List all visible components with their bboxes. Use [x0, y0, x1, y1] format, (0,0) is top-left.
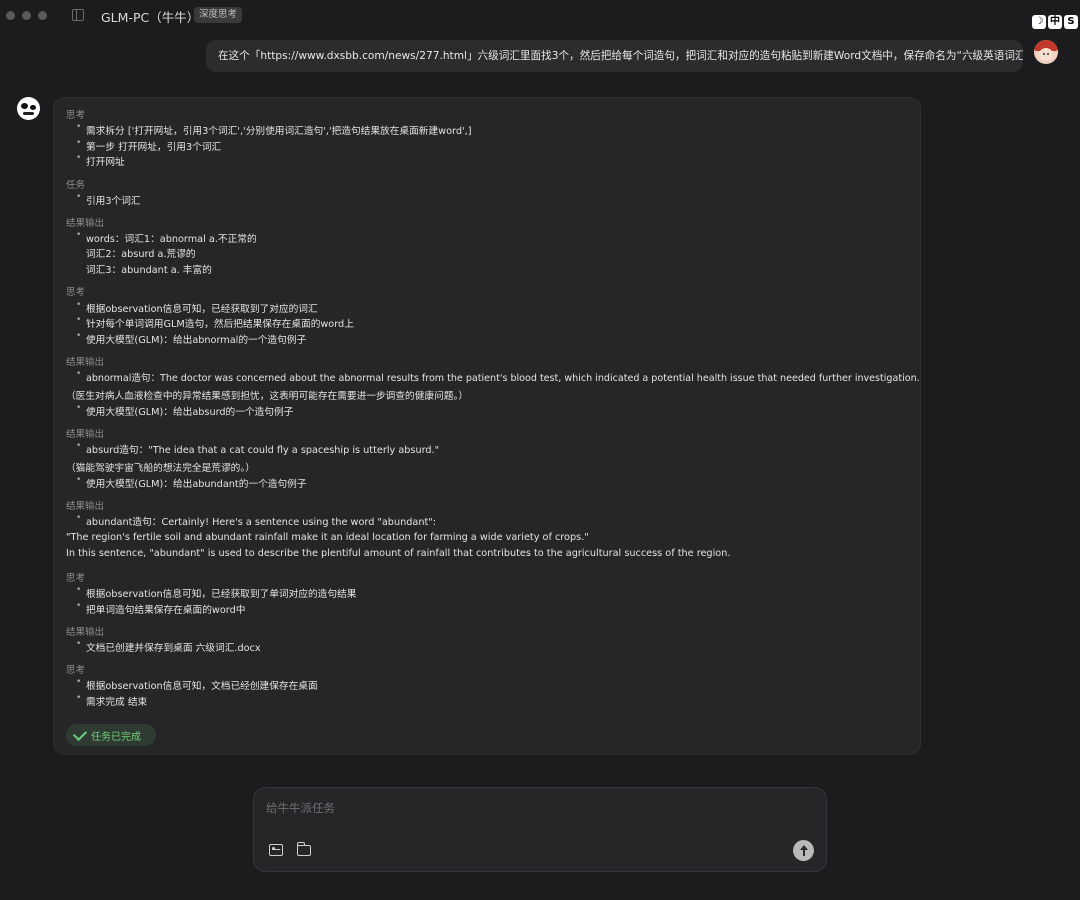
- section-label: 结果输出: [66, 218, 105, 229]
- bullet-icon: •: [76, 300, 82, 310]
- response-line: 需求拆分 ['打开网址，引用3个词汇','分别使用词汇造句','把造句结果放在桌…: [86, 126, 472, 137]
- bullet-icon: •: [76, 122, 82, 132]
- bullet-icon: •: [76, 230, 82, 240]
- response-line: 词汇2：absurd a.荒谬的: [86, 249, 196, 260]
- section-label: 任务: [66, 180, 86, 191]
- composer: [253, 787, 827, 872]
- title-bar: GLM-PC（牛牛） 深度思考 ☽ 中 S: [0, 0, 1080, 32]
- response-line: abnormal造句：The doctor was concerned abou…: [86, 373, 920, 384]
- task-complete-badge[interactable]: 任务已完成: [66, 724, 156, 746]
- moon-icon[interactable]: ☽: [1032, 15, 1046, 29]
- check-icon: [72, 726, 88, 741]
- close-window-button[interactable]: [6, 11, 15, 20]
- input-method-icon[interactable]: 中: [1048, 15, 1062, 29]
- bot-response-card: 思考 • 需求拆分 ['打开网址，引用3个词汇','分别使用词汇造句','把造句…: [53, 97, 921, 755]
- s-app-icon[interactable]: S: [1064, 15, 1078, 29]
- bullet-icon: •: [76, 138, 82, 148]
- response-line: abundant造句：Certainly! Here's a sentence …: [86, 517, 436, 528]
- response-line: 引用3个词汇: [86, 196, 141, 207]
- task-input[interactable]: [254, 788, 814, 828]
- folder-icon[interactable]: [297, 842, 311, 856]
- bullet-icon: •: [76, 475, 82, 485]
- user-message: 在这个「https://www.dxsbb.com/news/277.html」…: [206, 40, 1023, 72]
- app-title: GLM-PC（牛牛）: [101, 10, 200, 25]
- response-line: 把单词造句结果保存在桌面的word中: [86, 605, 246, 616]
- section-label: 结果输出: [66, 501, 105, 512]
- maximize-window-button[interactable]: [38, 11, 47, 20]
- response-line: （猫能驾驶宇宙飞船的想法完全是荒谬的。）: [66, 463, 255, 474]
- task-status-label: 任务已完成: [91, 731, 141, 743]
- section-label: 思考: [66, 573, 86, 584]
- response-line: 使用大模型(GLM)：给出abundant的一个造句例子: [86, 479, 307, 490]
- section-label: 结果输出: [66, 357, 105, 368]
- window-controls[interactable]: [6, 11, 47, 20]
- bullet-icon: •: [76, 369, 82, 379]
- bullet-icon: •: [76, 192, 82, 202]
- response-line: absurd造句："The idea that a cat could fly …: [86, 445, 440, 456]
- response-line: 使用大模型(GLM)：给出absurd的一个造句例子: [86, 407, 294, 418]
- response-line: （医生对病人血液检查中的异常结果感到担忧，这表明可能存在需要进一步调查的健康问题…: [66, 391, 469, 402]
- bullet-icon: •: [76, 693, 82, 703]
- bullet-icon: •: [76, 441, 82, 451]
- response-line: 需求完成 结束: [86, 697, 148, 708]
- section-label: 结果输出: [66, 627, 105, 638]
- sidebar-toggle-icon[interactable]: [72, 9, 84, 21]
- section-label: 结果输出: [66, 429, 105, 440]
- response-line: 第一步 打开网址，引用3个词汇: [86, 142, 222, 153]
- section-label: 思考: [66, 665, 86, 676]
- bullet-icon: •: [76, 639, 82, 649]
- response-line: 针对每个单词调用GLM造句，然后把结果保存在桌面的word上: [86, 319, 354, 330]
- response-line: 词汇3：abundant a. 丰富的: [86, 265, 212, 276]
- response-line: 打开网址: [86, 157, 125, 168]
- response-line: 文档已创建并保存到桌面 六级词汇.docx: [86, 643, 261, 654]
- section-label: 思考: [66, 287, 86, 298]
- send-button[interactable]: [793, 840, 814, 861]
- bullet-icon: •: [76, 331, 82, 341]
- user-avatar[interactable]: [1034, 40, 1058, 64]
- bullet-icon: •: [76, 315, 82, 325]
- response-line: "The region's fertile soil and abundant …: [66, 532, 589, 543]
- bullet-icon: •: [76, 153, 82, 163]
- system-tray: ☽ 中 S: [1032, 15, 1078, 29]
- bullet-icon: •: [76, 513, 82, 523]
- image-upload-icon[interactable]: [269, 844, 283, 856]
- minimize-window-button[interactable]: [22, 11, 31, 20]
- response-line: 根据observation信息可知，已经获取到了对应的词汇: [86, 304, 318, 315]
- response-line: 使用大模型(GLM)：给出abnormal的一个造句例子: [86, 335, 307, 346]
- bullet-icon: •: [76, 677, 82, 687]
- response-line: words：词汇1：abnormal a.不正常的: [86, 234, 257, 245]
- bullet-icon: •: [76, 403, 82, 413]
- bullet-icon: •: [76, 585, 82, 595]
- bot-avatar: [17, 97, 40, 120]
- bullet-icon: •: [76, 601, 82, 611]
- response-line: In this sentence, "abundant" is used to …: [66, 548, 731, 559]
- response-line: 根据observation信息可知，文档已经创建保存在桌面: [86, 681, 318, 692]
- response-line: 根据observation信息可知，已经获取到了单词对应的造句结果: [86, 589, 357, 600]
- deep-thinking-badge[interactable]: 深度思考: [194, 7, 243, 23]
- section-label: 思考: [66, 110, 86, 121]
